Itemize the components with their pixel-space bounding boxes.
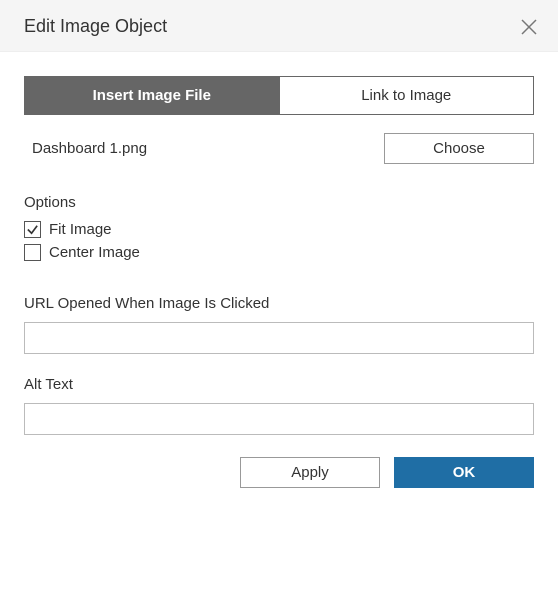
options-label: Options <box>24 194 534 211</box>
options-section: Options Fit Image Center Image <box>24 194 534 261</box>
center-image-label: Center Image <box>49 244 140 261</box>
source-tabs: Insert Image File Link to Image <box>24 76 534 115</box>
url-field-block: URL Opened When Image Is Clicked <box>24 295 534 354</box>
dialog-footer: Apply OK <box>24 457 534 488</box>
url-label: URL Opened When Image Is Clicked <box>24 295 534 312</box>
checkbox-icon <box>24 221 41 238</box>
url-input[interactable] <box>24 322 534 354</box>
ok-button[interactable]: OK <box>394 457 534 488</box>
dialog-body: Insert Image File Link to Image Dashboar… <box>0 52 558 508</box>
close-icon[interactable] <box>520 18 538 36</box>
fit-image-checkbox[interactable]: Fit Image <box>24 221 534 238</box>
alt-text-field-block: Alt Text <box>24 376 534 435</box>
apply-button[interactable]: Apply <box>240 457 380 488</box>
tab-insert-image-file[interactable]: Insert Image File <box>24 76 280 115</box>
fit-image-label: Fit Image <box>49 221 112 238</box>
selected-file-name: Dashboard 1.png <box>32 140 147 157</box>
dialog-header: Edit Image Object <box>0 0 558 52</box>
file-row: Dashboard 1.png Choose <box>24 133 534 164</box>
center-image-checkbox[interactable]: Center Image <box>24 244 534 261</box>
alt-text-input[interactable] <box>24 403 534 435</box>
checkbox-icon <box>24 244 41 261</box>
dialog-title: Edit Image Object <box>24 16 167 37</box>
tab-link-to-image[interactable]: Link to Image <box>280 76 535 115</box>
choose-button[interactable]: Choose <box>384 133 534 164</box>
edit-image-dialog: Edit Image Object Insert Image File Link… <box>0 0 558 508</box>
alt-text-label: Alt Text <box>24 376 534 393</box>
